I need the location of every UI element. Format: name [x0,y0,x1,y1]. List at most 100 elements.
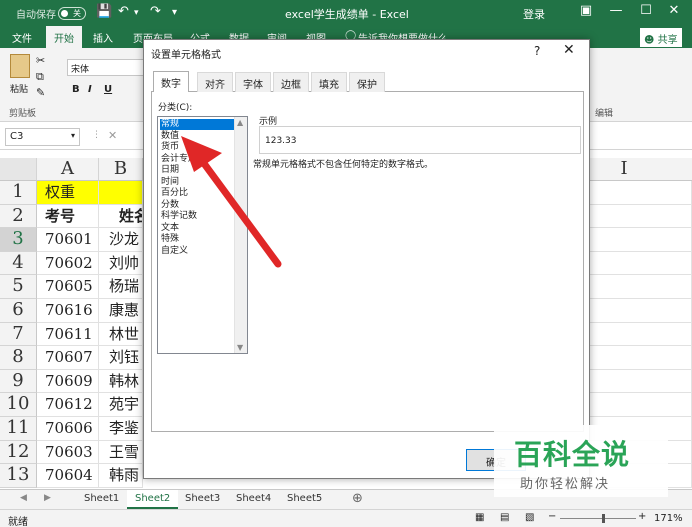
tab-border[interactable]: 边框 [273,72,309,92]
scroll-tabs-left-icon[interactable]: ◀ [20,493,27,503]
minimize-icon[interactable]: — [606,3,626,18]
cell-i[interactable] [590,228,692,252]
undo-icon[interactable]: ↶ [118,4,129,19]
cell-a[interactable]: 考号 [37,204,99,229]
cell-a[interactable]: 70605 [37,275,99,299]
undo-dropdown-icon[interactable]: ▾ [134,8,139,18]
cell-a[interactable]: 70616 [37,299,99,323]
cell-a[interactable]: 70612 [37,393,99,417]
cell-i[interactable] [590,181,692,205]
sheet-tab-sheet1[interactable]: Sheet1 [76,490,127,509]
cell-a[interactable]: 70603 [37,440,99,465]
italic-button[interactable]: I [88,84,92,95]
cell-i[interactable] [590,204,692,229]
cell-i[interactable] [590,322,692,347]
cell-a[interactable]: 70602 [37,251,99,276]
tab-insert[interactable]: 插入 [93,30,113,45]
zoom-in-button[interactable]: + [638,511,646,522]
category-item[interactable]: 文本 [160,223,235,234]
row-header[interactable]: 12 [0,440,37,465]
scroll-tabs-right-icon[interactable]: ▶ [44,493,51,503]
cell-b[interactable]: 康惠 [99,299,143,323]
cell-b[interactable] [99,181,143,205]
cell-a[interactable]: 70611 [37,322,99,347]
column-header-j[interactable] [658,158,692,181]
sheet-tab-sheet3[interactable]: Sheet3 [177,490,228,509]
sheet-tab-sheet2[interactable]: Sheet2 [127,490,179,509]
bold-button[interactable]: B [72,84,80,95]
cell-b[interactable]: 李鉴 [99,417,143,441]
save-icon[interactable]: 💾 [96,4,112,19]
cell-b[interactable]: 刘帅 [99,251,143,276]
page-layout-view-icon[interactable]: ▤ [500,512,509,523]
add-sheet-icon[interactable]: ⊕ [352,491,363,506]
row-header[interactable]: 4 [0,251,37,276]
tab-protection[interactable]: 保护 [349,72,385,92]
category-item[interactable]: 货币 [160,142,235,153]
window-close-icon[interactable]: ✕ [664,3,684,18]
paste-icon[interactable] [10,54,30,78]
cell-b[interactable]: 杨瑞 [99,275,143,299]
name-box-dropdown-icon[interactable]: ▾ [71,131,75,140]
cell-a[interactable]: 权重 [37,181,99,205]
cell-a[interactable]: 70606 [37,417,99,441]
category-item[interactable]: 日期 [160,165,235,176]
tab-number[interactable]: 数字 [153,71,189,92]
sheet-tab-sheet4[interactable]: Sheet4 [228,490,279,509]
column-header-a[interactable]: A [37,158,99,181]
underline-button[interactable]: U [104,84,112,95]
category-item[interactable]: 常规 [160,119,235,130]
cell-i[interactable] [590,369,692,394]
category-scrollbar[interactable]: ▲ ▼ [234,117,247,353]
font-name-select[interactable]: 宋体 [67,59,147,76]
maximize-icon[interactable]: ☐ [636,3,656,18]
scroll-down-icon[interactable]: ▼ [237,343,243,352]
category-item[interactable]: 自定义 [160,246,235,257]
category-item[interactable]: 数值 [160,131,235,142]
cell-b[interactable]: 沙龙 [99,228,143,252]
scroll-up-icon[interactable]: ▲ [237,118,243,127]
row-header[interactable]: 3 [0,228,37,252]
cell-a[interactable]: 70607 [37,346,99,370]
cell-a[interactable]: 70604 [37,464,99,488]
category-list[interactable]: 常规 数值 货币 会计专用 日期 时间 百分比 分数 科学记数 文本 特殊 自定义 ▲ ▼ [157,116,248,354]
cell-i[interactable] [590,346,692,370]
row-header[interactable]: 6 [0,299,37,323]
category-item[interactable]: 特殊 [160,234,235,245]
login-link[interactable]: 登录 [523,6,545,22]
cell-a[interactable]: 70601 [37,228,99,252]
row-header[interactable]: 13 [0,464,37,488]
copy-icon[interactable]: ⧉ [36,70,44,84]
customize-qa-icon[interactable]: ▾ [172,7,177,18]
cell-b[interactable]: 姓名 [99,204,143,229]
name-box[interactable]: C3 ▾ [5,128,80,146]
cell-b[interactable]: 刘钰 [99,346,143,370]
cell-b[interactable]: 林世 [99,322,143,347]
tab-home[interactable]: 开始 [46,26,82,48]
cell-i[interactable] [590,251,692,276]
cell-a[interactable]: 70609 [37,369,99,394]
tab-font[interactable]: 字体 [235,72,271,92]
share-button[interactable]: ☻ 共享 [640,28,682,47]
row-header[interactable]: 9 [0,369,37,394]
category-item[interactable]: 时间 [160,177,235,188]
column-header-i[interactable]: I [590,158,658,181]
cut-icon[interactable]: ✂ [36,54,45,67]
category-item[interactable]: 会计专用 [160,154,235,165]
cell-i[interactable] [590,299,692,323]
page-break-view-icon[interactable]: ▧ [525,512,534,523]
sheet-tab-sheet5[interactable]: Sheet5 [279,490,330,509]
tab-alignment[interactable]: 对齐 [197,72,233,92]
tab-fill[interactable]: 填充 [311,72,347,92]
paste-label[interactable]: 粘贴 [10,82,28,95]
cell-b[interactable]: 韩林 [99,369,143,394]
row-header[interactable]: 5 [0,275,37,299]
format-painter-icon[interactable]: ✎ [36,86,45,99]
row-header[interactable]: 8 [0,346,37,370]
redo-icon[interactable]: ↷ [150,4,161,19]
help-button[interactable]: ? [534,44,540,58]
row-header[interactable]: 2 [0,204,37,229]
row-header[interactable]: 7 [0,322,37,347]
zoom-slider[interactable] [560,518,636,519]
zoom-level[interactable]: 171% [654,513,683,524]
